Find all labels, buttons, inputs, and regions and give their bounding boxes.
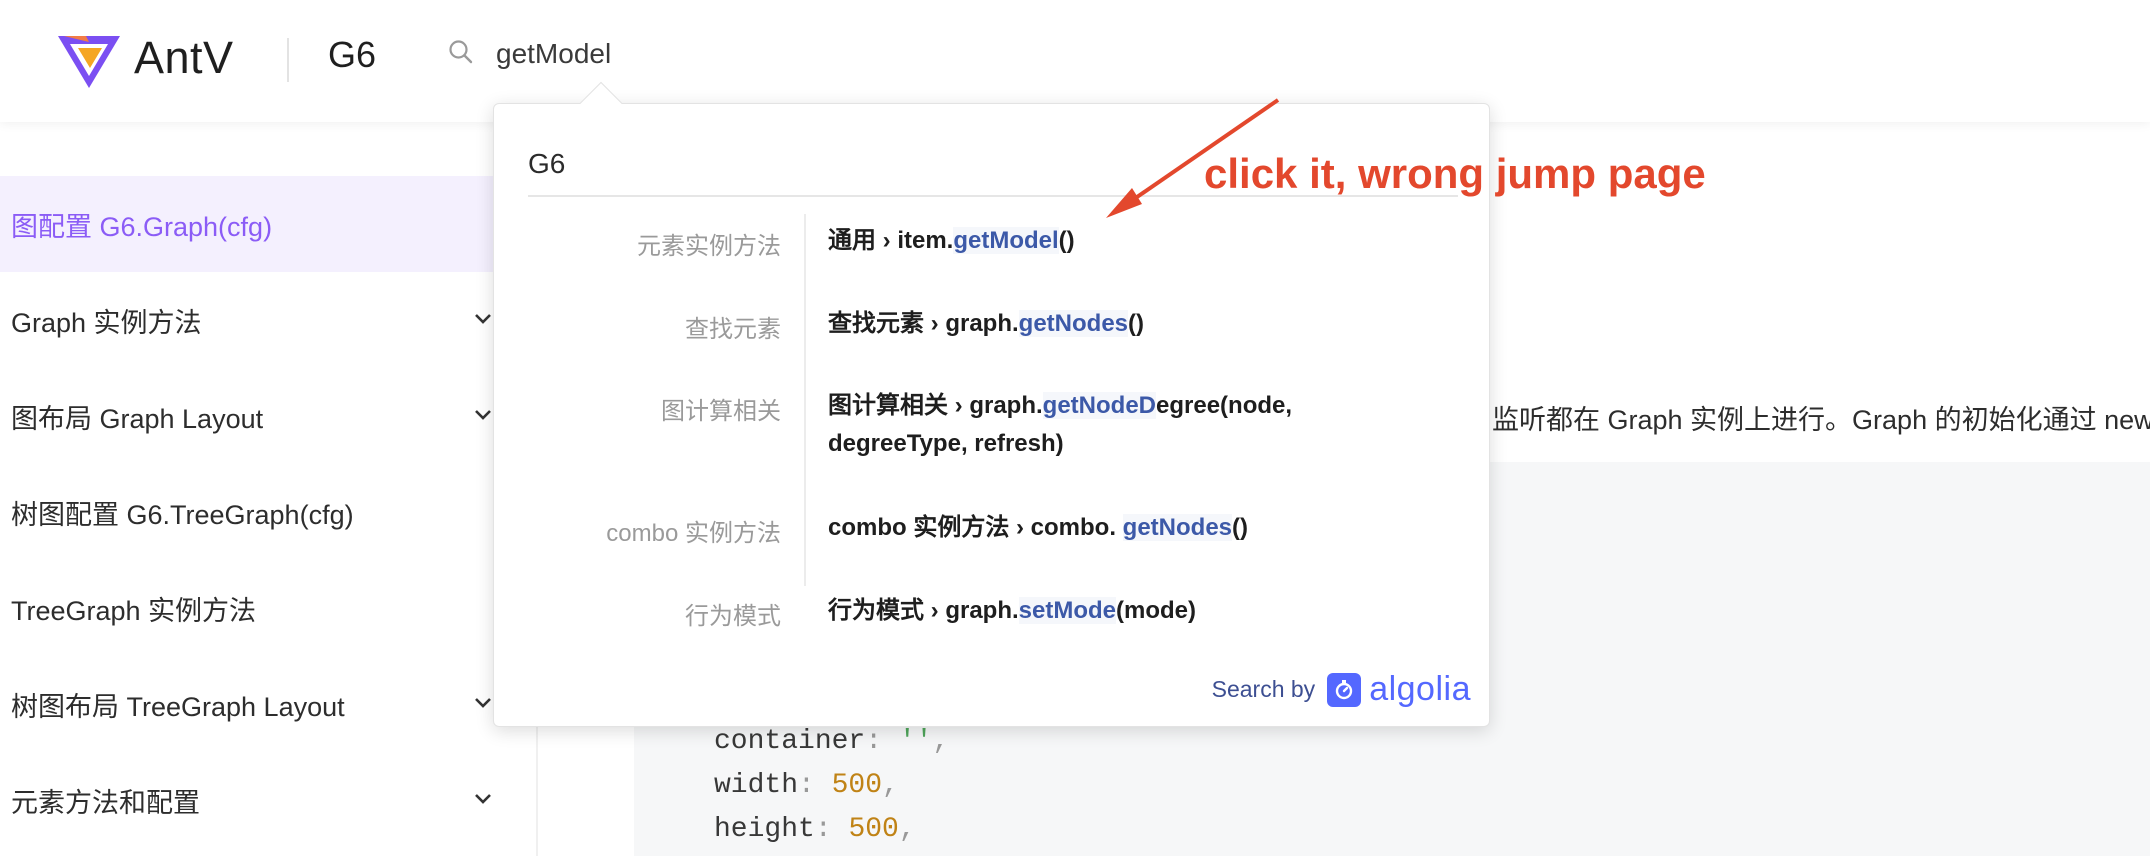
result-category: combo 实例方法 — [606, 520, 781, 547]
result-category: 行为模式 — [685, 603, 781, 630]
code-line-container: container: '', — [714, 726, 950, 757]
chevron-down-icon[interactable] — [470, 786, 496, 812]
sidebar-item-treegraph-config[interactable]: 树图配置 G6.TreeGraph(cfg) — [0, 464, 510, 560]
result-category: 查找元素 — [685, 316, 781, 343]
header-divider — [287, 38, 289, 82]
search-by-label: Search by — [1211, 676, 1316, 702]
search-input[interactable] — [496, 38, 796, 70]
code-line-width: width: 500, — [714, 770, 899, 801]
antv-logo-icon — [58, 36, 120, 88]
antv-logo[interactable] — [56, 30, 122, 90]
brand-name[interactable]: AntV — [134, 32, 234, 84]
sidebar-item-label: 树图配置 G6.TreeGraph(cfg) — [11, 499, 354, 530]
sidebar-nav: 图配置 G6.Graph(cfg) Graph 实例方法 图布局 Graph L… — [0, 176, 510, 848]
search-result-getnodes[interactable]: 查找元素 › graph.getNodes() — [828, 305, 1388, 343]
code-line-height: height: 500, — [714, 814, 916, 845]
sidebar-item-treegraph-layout[interactable]: 树图布局 TreeGraph Layout — [0, 656, 510, 752]
sidebar-item-label: TreeGraph 实例方法 — [11, 595, 257, 626]
search-result-combo-getnodes[interactable]: combo 实例方法 › combo. getNodes() — [828, 509, 1388, 547]
result-category: 元素实例方法 — [637, 233, 781, 260]
algolia-icon — [1327, 672, 1362, 707]
product-name[interactable]: G6 — [328, 34, 376, 76]
search-result-getnodedegree[interactable]: 图计算相关 › graph.getNodeDegree(node, degreeT… — [828, 387, 1388, 463]
sidebar-item-treegraph-methods[interactable]: TreeGraph 实例方法 — [0, 560, 510, 656]
sidebar-item-graph-layout[interactable]: 图布局 Graph Layout — [0, 368, 510, 464]
algolia-wordmark: algolia — [1369, 670, 1471, 708]
sidebar-item-graph-config[interactable]: 图配置 G6.Graph(cfg) — [0, 176, 510, 272]
sidebar-item-label: Graph 实例方法 — [11, 307, 202, 338]
search-by-algolia[interactable]: Search by algolia — [1212, 670, 1471, 709]
search-result-getmodel[interactable]: 通用 › item.getModel() — [828, 222, 1388, 260]
search-icon — [448, 39, 474, 70]
sidebar-item-label: 树图布局 TreeGraph Layout — [11, 691, 345, 722]
sidebar-item-label: 图配置 G6.Graph(cfg) — [11, 211, 273, 242]
sidebar-item-graph-methods[interactable]: Graph 实例方法 — [0, 272, 510, 368]
result-category: 图计算相关 — [661, 398, 781, 425]
sidebar-item-element-methods[interactable]: 元素方法和配置 — [0, 752, 510, 848]
sidebar-item-label: 图布局 Graph Layout — [11, 403, 264, 434]
search-box[interactable] — [448, 38, 796, 70]
results-column-divider — [804, 214, 806, 586]
annotation-text: click it, wrong jump page — [1204, 150, 1706, 197]
sidebar-item-label: 元素方法和配置 — [11, 787, 200, 818]
search-result-setmode[interactable]: 行为模式 › graph.setMode(mode) — [828, 592, 1388, 630]
doc-paragraph: 监听都在 Graph 实例上进行。Graph 的初始化通过 new — [1492, 405, 2150, 435]
results-group-title: G6 — [528, 148, 566, 179]
